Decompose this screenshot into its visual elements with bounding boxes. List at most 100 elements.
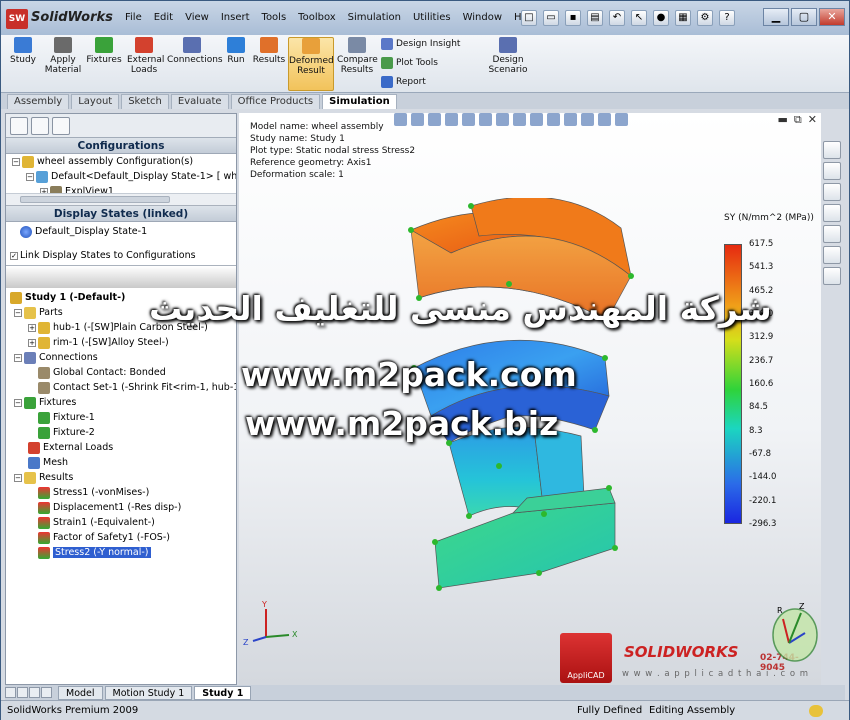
select-pointer-icon[interactable]: ↖ [631,10,647,26]
menu-item-insert[interactable]: Insert [215,12,256,23]
result-row[interactable]: Strain1 (-Equivalent-) [6,515,236,530]
result-row-selected[interactable]: Stress2 (-Y normal-) [6,545,236,560]
search-icon[interactable] [823,204,841,222]
tab-simulation[interactable]: Simulation [322,94,397,109]
fixtures-row[interactable]: − Fixtures [6,395,236,410]
scrollbar-thumb[interactable] [20,196,170,203]
viewport-close-button[interactable]: ✕ [808,113,817,127]
appearances-icon[interactable] [823,246,841,264]
open-folder-icon[interactable]: ▭ [543,10,559,26]
file-properties-icon[interactable]: ▦ [675,10,691,26]
viewport-restore-button[interactable]: ⧉ [794,113,802,127]
connection-row[interactable]: Contact Set-1 (-Shrink Fit<rim-1, hub-1> [6,380,236,395]
configuration-manager-tab-icon[interactable] [52,117,70,135]
maximize-button[interactable]: ▢ [791,8,817,26]
hide-show-items-icon[interactable] [513,113,526,126]
design-insight-button[interactable]: Design Insight [381,38,460,50]
help-icon[interactable]: ? [719,10,735,26]
previous-view-icon[interactable] [428,113,441,126]
display-style-icon[interactable] [496,113,509,126]
save-icon[interactable]: ▪ [565,10,581,26]
rebuild-status-icon[interactable] [809,705,823,717]
connections-button[interactable]: Connections [167,37,223,65]
result-row[interactable]: Displacement1 (-Res disp-) [6,500,236,515]
external-loads-button[interactable]: External Loads [127,37,164,75]
view-orientation-icon[interactable] [479,113,492,126]
plot-settings-icon[interactable] [581,113,594,126]
color-icon[interactable] [598,113,611,126]
close-button[interactable]: ✕ [819,8,845,26]
apply-material-button[interactable]: Apply Material [43,37,83,75]
tab-office-products[interactable]: Office Products [230,94,321,109]
feature-manager-tab-icon[interactable] [10,117,28,135]
view-triad[interactable]: R Z [761,601,829,663]
last-tab-button[interactable] [41,687,52,698]
menu-item-edit[interactable]: Edit [148,12,179,23]
results-row[interactable]: − Results [6,470,236,485]
fixtures-button[interactable]: Fixtures [85,37,123,65]
menu-item-window[interactable]: Window [457,12,508,23]
menu-item-view[interactable]: View [179,12,215,23]
minimize-button[interactable]: ▁ [763,8,789,26]
tab-assembly[interactable]: Assembly [7,94,70,109]
dynamic-annotation-icon[interactable] [462,113,475,126]
options-gear-icon[interactable]: ⚙ [697,10,713,26]
tab-sketch[interactable]: Sketch [121,94,169,109]
connections-row[interactable]: − Connections [6,350,236,365]
config-root-row[interactable]: − wheel assembly Configuration(s) [6,154,236,169]
plot-tools-button[interactable]: Plot Tools [381,57,438,69]
edit-appearance-icon[interactable] [530,113,543,126]
result-row[interactable]: Factor of Safety1 (-FOS-) [6,530,236,545]
view-palette-icon[interactable] [823,225,841,243]
custom-properties-icon[interactable] [823,267,841,285]
fixture-row[interactable]: Fixture-1 [6,410,236,425]
rebuild-traffic-light-icon[interactable]: ● [653,10,669,26]
deformed-result-button[interactable]: Deformed Result [288,37,334,91]
bottom-tab-study-1[interactable]: Study 1 [194,685,252,700]
menu-item-file[interactable]: File [119,12,148,23]
viewport-minimize-button[interactable]: ▬ [778,113,788,127]
menu-item-simulation[interactable]: Simulation [342,12,407,23]
menu-item-utilities[interactable]: Utilities [407,12,457,23]
display-state-row[interactable]: Default_Display State-1 [6,224,236,239]
study-button[interactable]: Study [5,37,41,65]
solidworks-resources-icon[interactable] [823,141,841,159]
file-explorer-icon[interactable] [823,183,841,201]
link-display-states-row[interactable]: ✓ Link Display States to Configurations [6,248,236,263]
bottom-tab-model[interactable]: Model [58,685,103,700]
prev-tab-button[interactable] [17,687,28,698]
design-scenario-button[interactable]: Design Scenario [486,37,530,75]
tab-layout[interactable]: Layout [71,94,120,109]
section-view-icon[interactable] [445,113,458,126]
graphics-viewport[interactable]: ▬ ⧉ ✕ Model name: wheel assembly Study n… [239,113,821,685]
bottom-tab-motion-study-1[interactable]: Motion Study 1 [104,685,193,700]
next-tab-button[interactable] [29,687,40,698]
view-settings-icon[interactable] [564,113,577,126]
report-button[interactable]: Report [381,76,426,88]
tab-evaluate[interactable]: Evaluate [170,94,229,109]
part-row[interactable]: + rim-1 (-[SW]Alloy Steel-) [6,335,236,350]
property-manager-tab-icon[interactable] [31,117,49,135]
link-display-states-checkbox[interactable]: ✓ [10,251,18,260]
result-row[interactable]: Stress1 (-vonMises-) [6,485,236,500]
fixture-row[interactable]: Fixture-2 [6,425,236,440]
design-library-icon[interactable] [823,162,841,180]
external-loads-row[interactable]: External Loads [6,440,236,455]
undo-icon[interactable]: ↶ [609,10,625,26]
menu-item-toolbox[interactable]: Toolbox [292,12,342,23]
monitor-icon[interactable] [615,113,628,126]
apply-scene-icon[interactable] [547,113,560,126]
compare-results-button[interactable]: Compare Results [337,37,378,75]
run-button[interactable]: Run [223,37,249,65]
reference-triad: Y X Z [243,600,298,647]
menu-item-tools[interactable]: Tools [256,12,293,23]
first-tab-button[interactable] [5,687,16,698]
parts-label: Parts [39,307,63,318]
horizontal-scrollbar[interactable] [6,193,236,205]
connection-row[interactable]: Global Contact: Bonded [6,365,236,380]
results-button[interactable]: Results [251,37,287,65]
mesh-row[interactable]: Mesh [6,455,236,470]
config-default-row[interactable]: − Default<Default_Display State-1> [ whee [6,169,236,184]
print-icon[interactable]: ▤ [587,10,603,26]
new-document-icon[interactable]: □ [521,10,537,26]
